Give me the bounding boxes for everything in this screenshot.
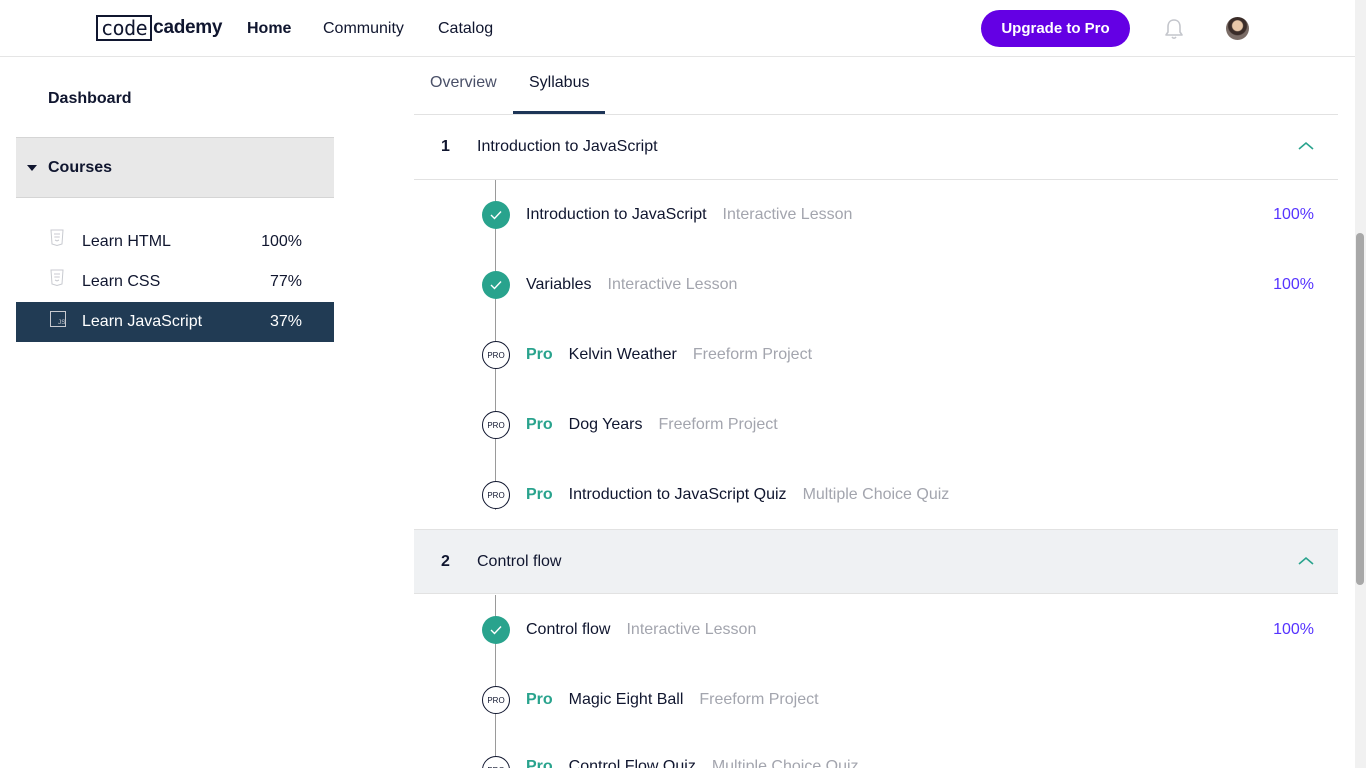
list-item[interactable]: Variables Interactive Lesson 100% [414, 265, 1338, 305]
list-item[interactable]: PRO Pro Control Flow Quiz Multiple Choice … [414, 745, 1338, 768]
course-progress: 77% [269, 273, 302, 290]
pro-badge-icon: PRO [482, 411, 510, 439]
lesson-type: Multiple Choice Quiz [711, 758, 859, 768]
nav-community-link[interactable]: Community [323, 0, 404, 57]
lesson-type: Freeform Project [658, 416, 778, 433]
lesson-name: Magic Eight Ball [568, 691, 684, 708]
caret-down-icon [27, 164, 37, 171]
course-name: Learn JavaScript [82, 313, 203, 330]
course-name: Learn CSS [82, 273, 161, 290]
lesson-name: Dog Years [568, 416, 643, 433]
html-file-icon [50, 229, 64, 246]
dashboard-link[interactable]: Dashboard [48, 90, 132, 108]
module-title: Introduction to JavaScript [477, 138, 658, 155]
logo-text: cademy [153, 17, 223, 38]
pro-label: Pro [526, 486, 553, 503]
js-file-icon: JS [50, 311, 66, 327]
list-item[interactable]: PRO Pro Magic Eight Ball Freeform Project [414, 680, 1338, 720]
codecademy-logo[interactable]: code cademy [96, 15, 222, 41]
module-number: 1 [441, 138, 450, 155]
svg-text:JS: JS [58, 319, 66, 326]
sidebar-course-learn-html[interactable]: Learn HTML 100% [16, 222, 334, 262]
nav-catalog-link[interactable]: Catalog [438, 0, 493, 57]
pro-badge-icon: PRO [482, 686, 510, 714]
list-item[interactable]: PRO Pro Dog Years Freeform Project [414, 405, 1338, 445]
course-progress: 100% [261, 233, 302, 250]
upgrade-to-pro-button[interactable]: Upgrade to Pro [981, 10, 1130, 47]
lesson-type: Freeform Project [699, 691, 819, 708]
scrollbar-thumb[interactable] [1356, 233, 1364, 585]
lesson-name: Introduction to JavaScript [526, 206, 707, 223]
pro-badge-icon: PRO [482, 341, 510, 369]
module-header-1[interactable]: 1 Introduction to JavaScript [414, 115, 1338, 180]
lesson-name: Kelvin Weather [568, 346, 677, 363]
lesson-type: Interactive Lesson [607, 276, 738, 293]
list-item[interactable]: Control flow Interactive Lesson 100% [414, 610, 1338, 650]
pro-label: Pro [526, 691, 553, 708]
chevron-up-icon[interactable] [1298, 141, 1314, 151]
nav-home-link[interactable]: Home [247, 0, 291, 57]
course-progress: 37% [269, 313, 302, 330]
module-title: Control flow [477, 552, 562, 570]
avatar[interactable] [1226, 17, 1249, 40]
courses-label: Courses [48, 158, 113, 176]
chevron-up-icon[interactable] [1298, 556, 1314, 566]
sidebar-course-learn-javascript[interactable]: JS Learn JavaScript 37% [16, 302, 334, 342]
pro-label: Pro [526, 758, 553, 768]
list-item[interactable]: Introduction to JavaScript Interactive Le… [414, 195, 1338, 235]
lesson-name: Control Flow Quiz [568, 758, 696, 768]
courses-section-toggle[interactable]: Courses [16, 137, 334, 198]
logo-boxed-text: code [96, 15, 153, 41]
top-nav-bar: code cademy Home Community Catalog Upgrad… [0, 0, 1355, 57]
lesson-type: Multiple Choice Quiz [802, 486, 950, 503]
lesson-progress: 100% [1273, 206, 1314, 223]
check-icon [482, 271, 510, 299]
pro-label: Pro [526, 416, 553, 433]
css-file-icon [50, 269, 64, 286]
tab-syllabus[interactable]: Syllabus [529, 74, 589, 92]
module-number: 2 [441, 552, 450, 570]
pro-label: Pro [526, 346, 553, 363]
lesson-type: Freeform Project [692, 346, 813, 363]
module-header-2[interactable]: 2 Control flow [414, 529, 1338, 594]
check-icon [482, 616, 510, 644]
list-item[interactable]: PRO Pro Introduction to JavaScript Quiz Mu… [414, 475, 1338, 515]
list-item[interactable]: PRO Pro Kelvin Weather Freeform Project [414, 335, 1338, 375]
lesson-type: Interactive Lesson [722, 206, 853, 223]
lesson-progress: 100% [1273, 276, 1314, 293]
lesson-name: Introduction to JavaScript Quiz [568, 486, 787, 503]
pro-badge-icon: PRO [482, 481, 510, 509]
lesson-progress: 100% [1273, 621, 1314, 638]
check-icon [482, 201, 510, 229]
pro-badge-icon: PRO [482, 756, 510, 768]
lesson-type: Interactive Lesson [626, 621, 757, 638]
sidebar-course-learn-css[interactable]: Learn CSS 77% [16, 262, 334, 302]
lesson-name: Control flow [526, 621, 611, 638]
course-name: Learn HTML [82, 233, 171, 250]
bell-icon[interactable] [1163, 17, 1185, 41]
lesson-name: Variables [526, 276, 592, 293]
tab-overview[interactable]: Overview [430, 74, 497, 92]
